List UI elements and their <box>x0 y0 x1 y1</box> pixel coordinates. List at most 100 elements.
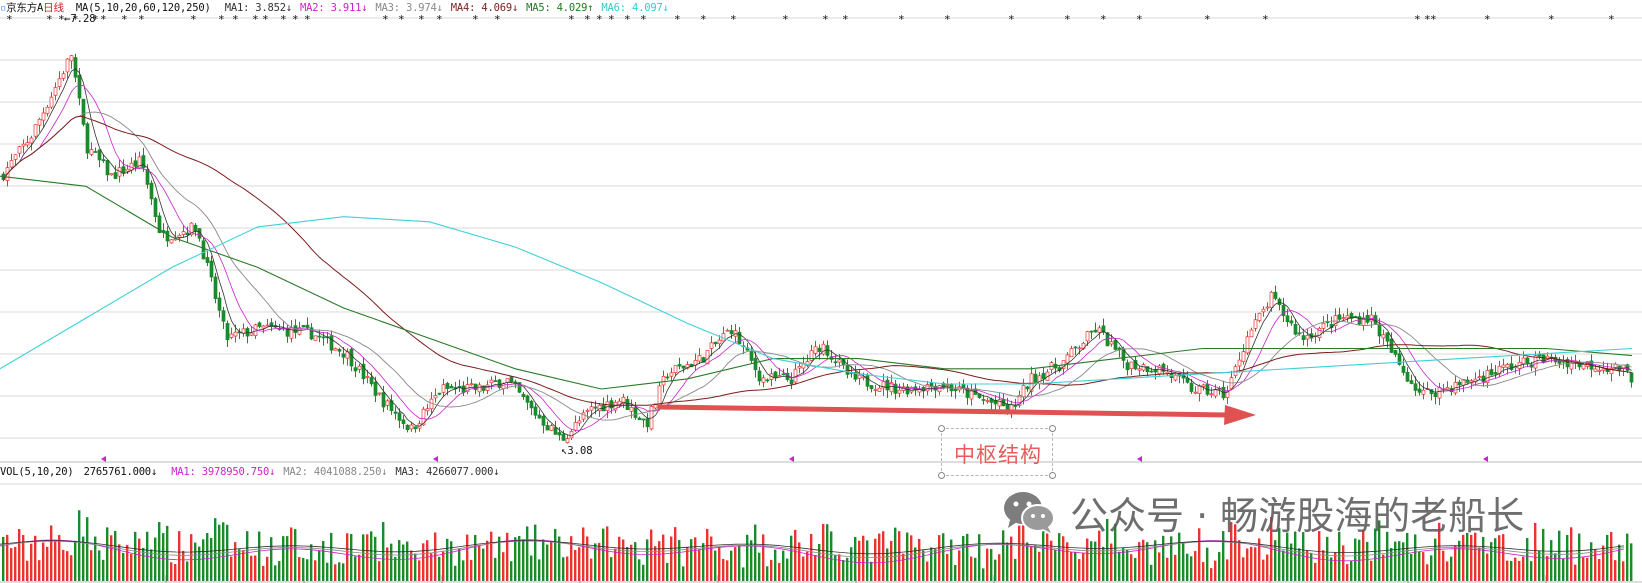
event-marker: * <box>1262 13 1269 26</box>
volume-bar <box>1206 547 1209 581</box>
candle-body <box>1337 314 1342 320</box>
volume-bar <box>1226 559 1229 581</box>
period-marker <box>1137 456 1142 462</box>
volume-bar <box>1242 557 1245 581</box>
resize-handle-bl[interactable] <box>938 472 945 479</box>
volume-bar <box>130 553 133 581</box>
volume-bar <box>1162 535 1165 581</box>
volume-bar <box>418 560 421 581</box>
volume-bar <box>510 561 513 581</box>
volume-bar <box>726 560 729 581</box>
volume-bar <box>1498 535 1501 581</box>
volume-bar <box>286 536 289 581</box>
candle-body <box>73 57 78 78</box>
candle-body <box>1033 373 1038 383</box>
candle-body <box>153 198 158 217</box>
volume-bar <box>1074 551 1077 581</box>
moving-average-lines <box>0 68 1633 437</box>
vol-ma-value-3-arrow: ↓ <box>493 466 500 478</box>
event-markers: * * * * * * * * * * * * * * * * * * * * * * * * * * * * * * * * * * * * * * * *… <box>6 13 1615 462</box>
volume-bar <box>1058 533 1061 581</box>
volume-bar <box>754 524 757 581</box>
candle-body <box>477 384 482 393</box>
volume-bar <box>346 533 349 581</box>
annotation-text: 中枢结构 <box>954 443 1042 467</box>
candle-body <box>425 408 430 412</box>
ma-value-6-arrow: ↓ <box>662 2 669 14</box>
candle-body <box>1381 334 1386 339</box>
volume-bar <box>1466 532 1469 581</box>
volume-bar <box>1590 542 1593 581</box>
candle-body <box>565 438 570 444</box>
volume-bar <box>686 547 689 581</box>
candle-body <box>113 172 118 179</box>
candle-body <box>121 166 126 174</box>
candle-body <box>449 385 454 389</box>
candle-body <box>1301 335 1306 341</box>
candle-body <box>1085 331 1090 342</box>
annotation-box[interactable]: 中枢结构 <box>938 425 1056 479</box>
resize-handle-tl[interactable] <box>938 425 945 432</box>
ma-value-3-arrow: ↓ <box>436 2 443 14</box>
volume-bar <box>58 535 61 581</box>
volume-bar <box>38 560 41 581</box>
candle-body <box>1077 347 1082 350</box>
volume-bar <box>1038 551 1041 581</box>
candle-body <box>885 379 890 391</box>
candle-body <box>357 365 362 370</box>
volume-bar <box>1186 553 1189 581</box>
candle-body <box>1241 351 1246 362</box>
volume-bar <box>818 544 821 581</box>
volume-bar <box>1290 543 1293 581</box>
volume-bar <box>1262 559 1265 581</box>
volume-bar <box>602 528 605 581</box>
candle-body <box>1457 381 1462 386</box>
volume-bar <box>734 547 737 581</box>
volume-bar <box>502 552 505 581</box>
volume-bar <box>262 565 265 581</box>
pivot-arrow-head <box>1224 405 1256 425</box>
volume-bar <box>926 561 929 581</box>
candle-body <box>677 364 682 367</box>
period-label[interactable]: 日线 <box>43 1 64 15</box>
volume-bar <box>534 524 537 581</box>
volume-bar <box>1406 533 1409 581</box>
volume-bar <box>422 543 425 581</box>
candle-body <box>997 399 1002 407</box>
candle-body <box>665 376 670 379</box>
volume-bar <box>662 534 665 581</box>
volume-bar <box>838 554 841 581</box>
resize-handle-tr[interactable] <box>1049 425 1056 432</box>
volume-bar <box>922 550 925 581</box>
volume-bar <box>250 555 253 581</box>
volume-bar <box>166 525 169 581</box>
candle-body <box>681 365 686 369</box>
volume-bar <box>1382 554 1385 581</box>
stock-chart[interactable]: * * * * * * * * * * * * * * * * * * * * * * * * * * * * * * * * * * * * * * * *… <box>0 0 1642 583</box>
volume-bar <box>222 522 225 581</box>
volume-bar <box>1146 542 1149 581</box>
candle-body <box>33 124 38 137</box>
candle-body <box>509 375 514 383</box>
volume-bar <box>966 533 969 581</box>
resize-handle-br[interactable] <box>1049 472 1056 479</box>
volume-bar <box>358 554 361 581</box>
candle-body <box>765 379 770 382</box>
volume-bar <box>954 564 957 581</box>
candle-body <box>1421 389 1426 395</box>
volume-bar <box>378 561 381 581</box>
candle-body <box>1541 354 1546 363</box>
volume-bar <box>438 556 441 581</box>
volume-bar <box>810 533 813 581</box>
volume-bar <box>390 543 393 581</box>
vol-ma-value-1-arrow: ↓ <box>269 466 276 478</box>
candle-body <box>225 323 230 341</box>
candle-body <box>1249 329 1254 338</box>
candle-body <box>1601 368 1606 371</box>
volume-bar <box>98 550 101 581</box>
volume-bar <box>402 544 405 581</box>
volume-bar <box>1126 549 1129 581</box>
volume-bar <box>1118 551 1121 581</box>
volume-bar <box>650 529 653 581</box>
candle-body <box>209 260 214 278</box>
